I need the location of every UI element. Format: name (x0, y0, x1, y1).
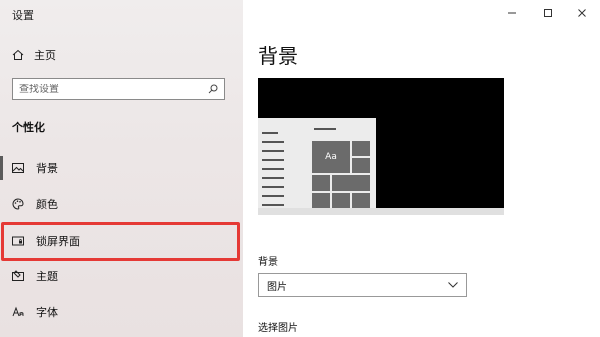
background-type-dropdown[interactable]: 图片 (258, 273, 467, 297)
choose-picture-label: 选择图片 (258, 323, 298, 334)
sidebar-item-lock-screen[interactable]: 锁屏界面 (12, 231, 80, 251)
search-input[interactable] (19, 83, 208, 95)
maximize-icon (543, 8, 553, 18)
sidebar-item-themes[interactable]: 主题 (12, 266, 58, 286)
preview-window: Aa (258, 118, 376, 215)
sidebar: 设置 主页 个性化 背景 颜色 锁屏界面 主题 (0, 0, 243, 337)
sidebar-item-label: 背景 (36, 162, 58, 175)
sidebar-item-colors[interactable]: 颜色 (12, 194, 58, 214)
chevron-down-icon (448, 282, 458, 288)
background-preview: Aa (258, 78, 504, 215)
preview-taskbar (258, 208, 504, 215)
section-personalization: 个性化 (12, 121, 45, 134)
sidebar-item-label: 颜色 (36, 198, 58, 211)
theme-icon (12, 270, 24, 282)
minimize-icon (507, 8, 517, 18)
window-title: 设置 (12, 9, 34, 22)
minimize-button[interactable] (500, 4, 524, 22)
sidebar-item-label: 锁屏界面 (36, 235, 80, 248)
sidebar-item-fonts[interactable]: 字体 (12, 302, 58, 322)
font-icon (12, 306, 24, 318)
preview-tile-aa: Aa (311, 140, 351, 174)
home-nav[interactable]: 主页 (12, 47, 56, 63)
close-icon (577, 8, 587, 18)
preview-tiles: Aa (311, 140, 373, 210)
maximize-button[interactable] (536, 4, 560, 22)
home-label: 主页 (34, 49, 56, 62)
home-icon (12, 49, 24, 61)
sidebar-item-background[interactable]: 背景 (0, 156, 58, 180)
search-icon[interactable] (208, 84, 218, 94)
lock-screen-icon (12, 235, 24, 247)
background-field-label: 背景 (258, 257, 278, 268)
sidebar-item-label: 主题 (36, 270, 58, 283)
page-title: 背景 (258, 44, 298, 68)
image-icon (12, 162, 24, 174)
search-box[interactable] (12, 78, 225, 100)
close-button[interactable] (570, 4, 594, 22)
sidebar-item-label: 字体 (36, 306, 58, 319)
dropdown-value: 图片 (267, 281, 287, 293)
palette-icon (12, 198, 24, 210)
